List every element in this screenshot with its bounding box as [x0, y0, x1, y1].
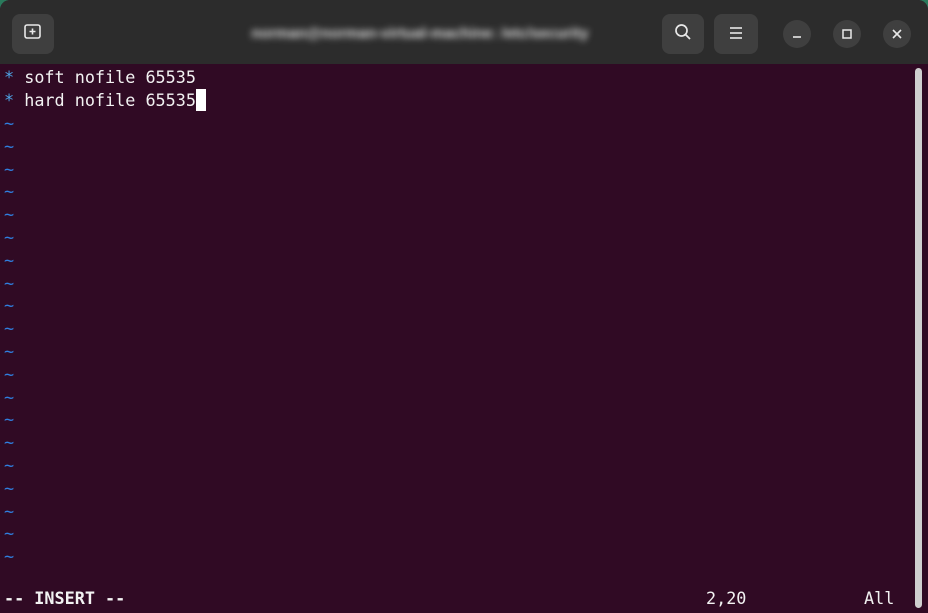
title-bar: norman@norman-virtual-machine: /etc/secu…	[0, 0, 928, 64]
empty-line-tilde: ~	[4, 546, 15, 567]
empty-line-tilde: ~	[4, 341, 15, 361]
mode-indicator: -- INSERT --	[4, 588, 126, 608]
empty-line-tilde: ~	[4, 500, 15, 521]
line-prefix: *	[4, 90, 15, 110]
close-icon	[891, 25, 903, 44]
editor-line: * hard nofile 65535	[4, 89, 206, 112]
new-tab-button[interactable]	[12, 14, 54, 54]
empty-line-tilde: ~	[4, 455, 15, 475]
empty-line-tilde: ~	[4, 523, 15, 544]
window-title: norman@norman-virtual-machine: /etc/secu…	[251, 25, 589, 42]
empty-line-tilde: ~	[4, 363, 15, 384]
empty-line-tilde: ~	[4, 477, 15, 498]
line-text: hard nofile 65535	[14, 90, 196, 110]
empty-line-tilde: ~	[4, 272, 15, 293]
editor-line: * soft nofile 65535	[4, 66, 196, 89]
scrollbar[interactable]	[913, 64, 928, 613]
minimize-button[interactable]	[783, 20, 811, 48]
empty-line-tilde: ~	[4, 409, 15, 430]
new-tab-icon	[23, 23, 43, 45]
terminal-window: norman@norman-virtual-machine: /etc/secu…	[0, 0, 928, 613]
line-text: soft nofile 65535	[14, 67, 196, 87]
empty-line-tilde: ~	[4, 158, 15, 179]
empty-line-tilde: ~	[4, 135, 15, 156]
text-cursor	[195, 89, 206, 111]
search-icon	[674, 23, 692, 45]
maximize-icon	[841, 25, 853, 44]
empty-line-tilde: ~	[4, 181, 15, 202]
search-button[interactable]	[662, 14, 704, 54]
empty-line-tilde: ~	[4, 113, 15, 133]
empty-line-tilde: ~	[4, 295, 15, 316]
empty-line-tilde: ~	[4, 318, 15, 339]
scroll-indicator: All	[864, 588, 895, 608]
menu-button[interactable]	[714, 14, 758, 54]
line-prefix: *	[4, 67, 15, 87]
maximize-button[interactable]	[833, 20, 861, 48]
empty-line-tilde: ~	[4, 386, 15, 407]
minimize-icon	[791, 25, 803, 44]
empty-line-tilde: ~	[4, 204, 15, 225]
cursor-position: 2,20	[706, 588, 747, 608]
scrollbar-thumb[interactable]	[915, 68, 922, 608]
empty-line-tilde: ~	[4, 227, 15, 247]
empty-line-tilde: ~	[4, 432, 15, 453]
empty-line-tilde: ~	[4, 249, 15, 270]
vim-status-line: -- INSERT -- 2,20 All	[0, 587, 912, 610]
hamburger-menu-icon	[728, 25, 744, 44]
vim-editor-area[interactable]: * soft nofile 65535 * hard nofile 65535 …	[0, 64, 912, 613]
close-button[interactable]	[883, 20, 911, 48]
